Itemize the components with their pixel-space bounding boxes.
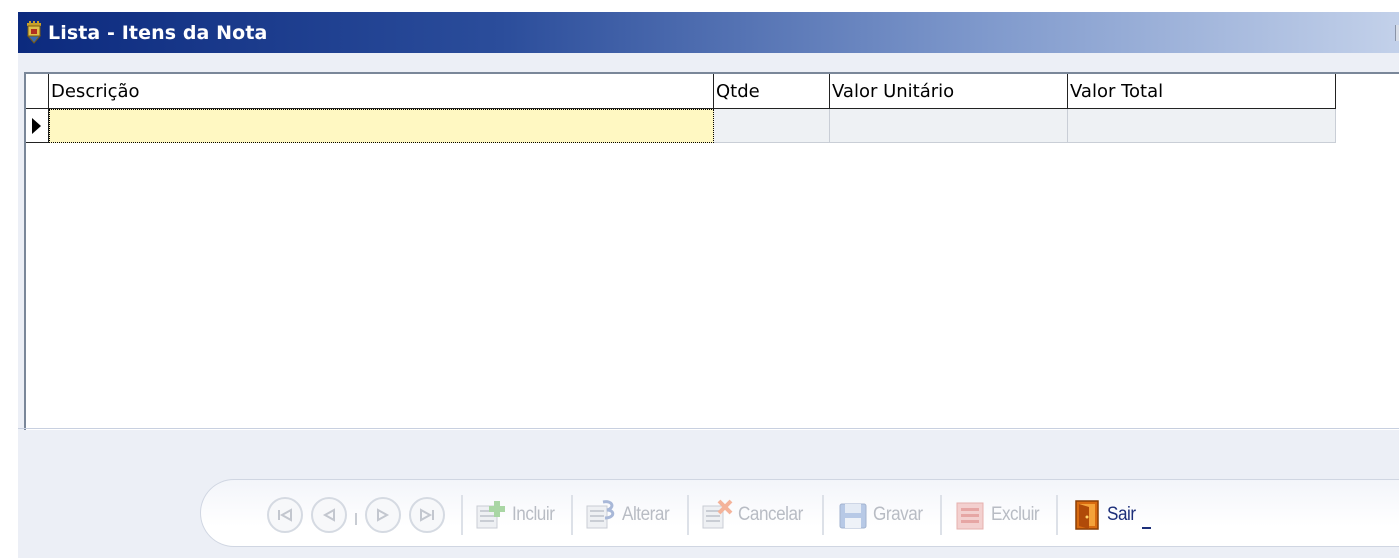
- current-row-arrow-icon: [32, 117, 41, 134]
- first-record-button[interactable]: [267, 497, 303, 533]
- toolbar-separator: [571, 495, 574, 535]
- column-header-valor-unitario[interactable]: Valor Unitário: [830, 74, 1068, 109]
- first-record-icon: [278, 508, 292, 522]
- castle-crest-icon: [26, 20, 42, 45]
- next-record-icon: [377, 508, 390, 522]
- client-area: Descrição Qtde Valor Unitário Valor Tota…: [18, 53, 1399, 558]
- window-title: Lista - Itens da Nota: [48, 21, 268, 44]
- row-indicator[interactable]: [26, 109, 49, 143]
- cancelar-label: Cancelar: [737, 504, 803, 525]
- next-record-button[interactable]: [365, 497, 401, 533]
- column-header-descricao[interactable]: Descrição: [49, 74, 714, 109]
- title-bar-button[interactable]: [1395, 25, 1399, 41]
- save-disk-icon: [836, 498, 870, 532]
- last-record-button[interactable]: [409, 497, 445, 533]
- table-row[interactable]: [26, 109, 1336, 143]
- prior-record-button[interactable]: [311, 497, 347, 533]
- toolbar-separator: [1056, 495, 1059, 535]
- navigation-toolbar: Incluir Alterar Cancelar Gravar Excluir …: [200, 479, 1399, 547]
- items-grid[interactable]: Descrição Qtde Valor Unitário Valor Tota…: [24, 72, 1399, 430]
- delete-record-icon: [954, 498, 988, 532]
- cancel-record-icon: [701, 498, 735, 532]
- edit-record-icon: [585, 498, 619, 532]
- sair-accelerator-underline: [1142, 527, 1152, 529]
- incluir-button[interactable]: Incluir: [471, 494, 563, 536]
- excluir-button[interactable]: Excluir: [950, 494, 1049, 536]
- header-indicator-cell: [26, 74, 49, 109]
- sair-label: Sair: [1107, 504, 1136, 525]
- excluir-label: Excluir: [990, 504, 1040, 525]
- alterar-button[interactable]: Alterar: [581, 494, 678, 536]
- column-header-qtde[interactable]: Qtde: [714, 74, 830, 109]
- toolbar-separator: [939, 495, 942, 535]
- grid-header: Descrição Qtde Valor Unitário Valor Tota…: [26, 74, 1336, 109]
- cell-descricao[interactable]: [49, 109, 714, 143]
- cell-valor-unitario[interactable]: [830, 109, 1068, 143]
- alterar-label: Alterar: [622, 504, 670, 525]
- cell-valor-total[interactable]: [1068, 109, 1336, 143]
- column-header-valor-total[interactable]: Valor Total: [1068, 74, 1336, 109]
- toolbar-separator: [821, 495, 824, 535]
- nav-separator: [355, 513, 357, 525]
- exit-door-icon: [1070, 498, 1104, 532]
- last-record-icon: [420, 508, 434, 522]
- toolbar-separator: [686, 495, 689, 535]
- window: Lista - Itens da Nota Descrição Qtde Val…: [18, 12, 1399, 558]
- gravar-label: Gravar: [872, 504, 923, 525]
- title-bar[interactable]: Lista - Itens da Nota: [18, 12, 1399, 53]
- cancelar-button[interactable]: Cancelar: [697, 494, 814, 536]
- toolbar-separator: [461, 495, 463, 535]
- add-record-icon: [475, 498, 509, 532]
- prior-record-icon: [322, 508, 335, 522]
- incluir-label: Incluir: [512, 504, 555, 525]
- sair-button[interactable]: Sair: [1066, 494, 1152, 536]
- gravar-button[interactable]: Gravar: [832, 494, 932, 536]
- cell-qtde[interactable]: [714, 109, 830, 143]
